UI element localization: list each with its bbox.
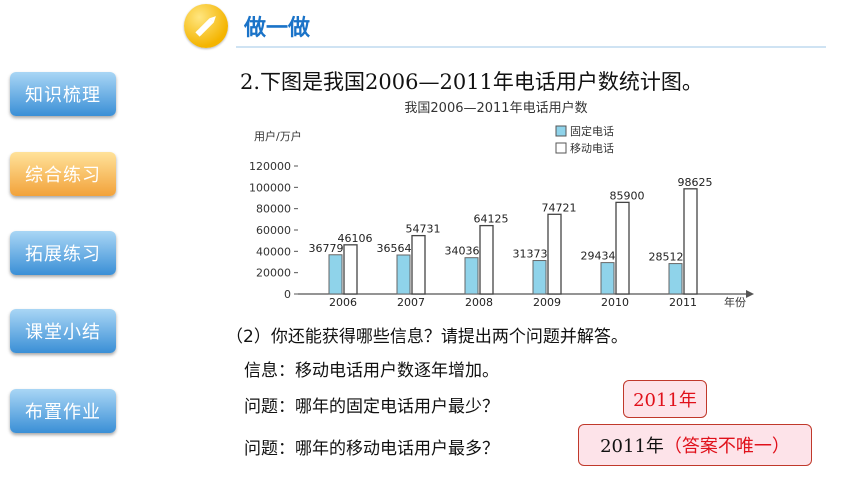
- bar-mobile: [411, 234, 426, 295]
- y-tick-label: 20000: [256, 267, 291, 280]
- question-2: 问题：哪年的移动电话用户最多？: [244, 439, 499, 459]
- telephone-users-chart: 我国2006—2011年电话用户数用户/万户年份 固定电话移动电话 120000 10…: [226, 96, 766, 312]
- legend-label-fixed: 固定电话: [570, 124, 614, 138]
- answer-2-year: 2011年: [600, 436, 664, 457]
- x-tick-label: 2007: [397, 296, 425, 309]
- pencil-icon: [184, 4, 228, 48]
- bar-mobile: [343, 244, 358, 295]
- bar-fixed: [532, 260, 547, 295]
- answer-2-box: 2011年 （答案不唯一）: [578, 424, 812, 466]
- y-tick-label: 120000: [249, 160, 291, 173]
- bar-fixed: [668, 263, 683, 295]
- x-axis-label: 年份: [724, 295, 746, 309]
- header-divider: [236, 46, 826, 48]
- data-label-mobile: 85900: [610, 189, 645, 202]
- y-tick-label: 100000: [249, 181, 291, 194]
- info-line: 信息：移动电话用户数逐年增加。: [244, 361, 499, 381]
- answer-2-note: （答案不唯一）: [663, 436, 790, 457]
- x-tick-label: 2006: [329, 296, 357, 309]
- x-tick-label: 2011: [669, 296, 697, 309]
- y-axis-label: 用户/万户: [254, 129, 302, 143]
- bar-mobile: [615, 201, 630, 295]
- answer-1-text: 2011年: [633, 390, 697, 411]
- y-tick-label: 40000: [256, 245, 291, 258]
- y-tick-label: 60000: [256, 224, 291, 237]
- sidebar-item-extension[interactable]: 拓展练习: [10, 231, 116, 275]
- x-tick-label: 2010: [601, 296, 629, 309]
- sidebar-item-homework[interactable]: 布置作业: [10, 389, 116, 433]
- bar-fixed: [464, 257, 479, 295]
- bar-fixed: [328, 254, 343, 295]
- answer-1-box: 2011年: [623, 380, 707, 418]
- bar-mobile: [547, 213, 562, 295]
- x-axis-arrow: [746, 290, 754, 298]
- sidebar-item-practice[interactable]: 综合练习: [10, 152, 116, 196]
- data-label-fixed: 31373: [513, 248, 548, 261]
- data-label-fixed: 36564: [377, 242, 412, 255]
- data-label-mobile: 64125: [474, 213, 509, 226]
- bar-fixed: [396, 254, 411, 295]
- data-label-mobile: 74721: [542, 201, 577, 214]
- sidebar-item-summary[interactable]: 课堂小结: [10, 309, 116, 353]
- bar-mobile: [683, 188, 698, 295]
- data-label-fixed: 34036: [445, 245, 480, 258]
- x-tick-label: 2008: [465, 296, 493, 309]
- y-tick-label: 0: [284, 288, 291, 301]
- chart-title: 我国2006—2011年电话用户数: [404, 100, 587, 116]
- bar-mobile: [479, 224, 494, 295]
- y-tick-label: 80000: [256, 203, 291, 216]
- legend-swatch-fixed: [555, 125, 567, 137]
- sub-question: （2）你还能获得哪些信息？请提出两个问题并解答。: [226, 327, 628, 347]
- data-label-mobile: 46106: [338, 232, 373, 245]
- question-1: 问题：哪年的固定电话用户最少？: [244, 397, 499, 417]
- data-label-fixed: 28512: [649, 251, 684, 264]
- sidebar-item-knowledge[interactable]: 知识梳理: [10, 72, 116, 116]
- data-label-mobile: 98625: [678, 176, 713, 189]
- bar-fixed: [600, 262, 615, 295]
- legend-label-mobile: 移动电话: [570, 142, 614, 155]
- data-label-mobile: 54731: [406, 223, 441, 236]
- question-text: 2.下图是我国2006—2011年电话用户数统计图。: [240, 70, 703, 94]
- page-title: 做一做: [244, 16, 311, 41]
- data-label-fixed: 29434: [581, 250, 616, 263]
- legend-swatch-mobile: [555, 142, 567, 154]
- x-tick-label: 2009: [533, 296, 561, 309]
